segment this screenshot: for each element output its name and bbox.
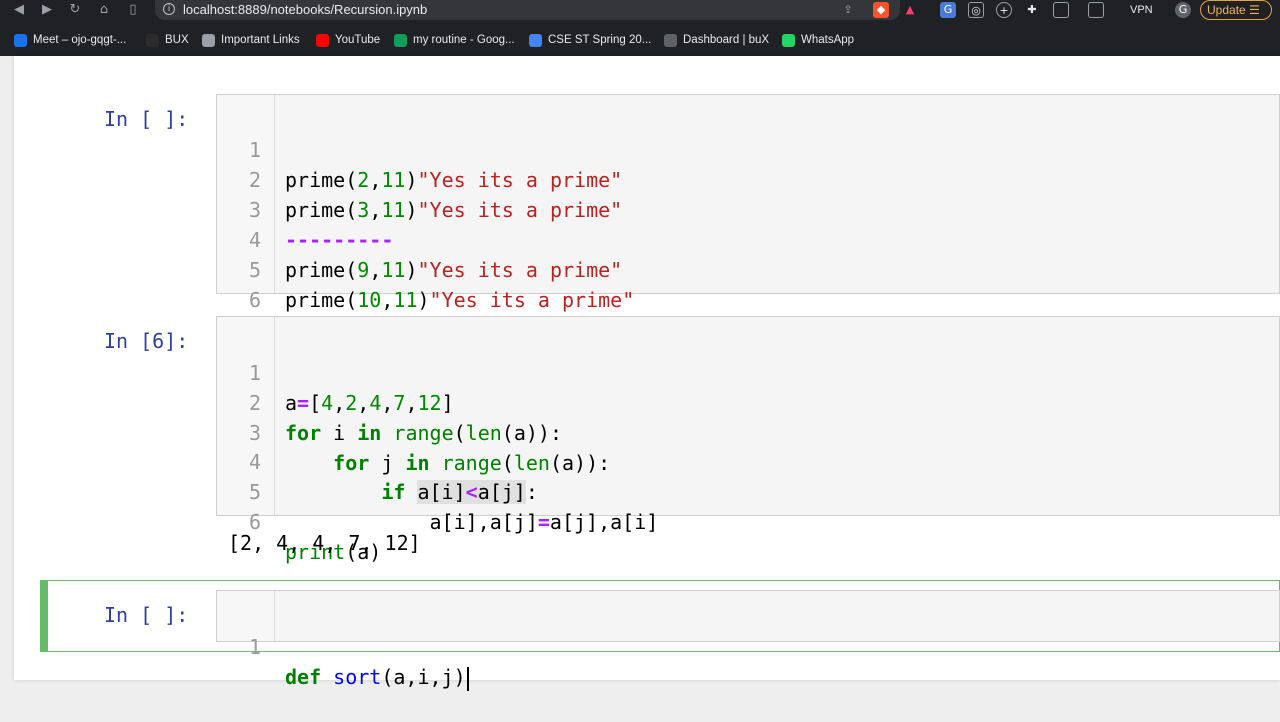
selected-cell-indicator: [40, 580, 48, 652]
code-line: 2 for i in range(len(a)):: [217, 358, 1277, 445]
bookmark-bux[interactable]: BUX: [146, 32, 189, 48]
bookmarks-bar: Meet – ojo-gqgt-... BUX Important Links …: [0, 28, 1280, 52]
brave-rewards-icon[interactable]: ▲: [902, 2, 918, 18]
wallet-icon[interactable]: [1088, 2, 1104, 18]
bookmark-whatsapp[interactable]: WhatsApp: [782, 32, 854, 48]
profile-avatar-icon[interactable]: G: [1175, 2, 1191, 18]
code-line: 5 prime(10,11)"Yes its a prime": [217, 225, 1277, 312]
code-token: (a,i,j): [381, 665, 466, 689]
bookmark-cse-st[interactable]: CSE ST Spring 20...: [529, 32, 651, 48]
code-token: def: [285, 665, 322, 689]
code-line: 3 for j in range(len(a)):: [217, 388, 1277, 475]
docs-icon: [529, 33, 542, 47]
code-token: =: [537, 510, 550, 534]
add-extension-icon[interactable]: +: [996, 2, 1012, 18]
input-prompt: In [ ]:: [104, 603, 189, 627]
reload-icon[interactable]: ↻: [66, 1, 84, 19]
code-editor[interactable]: 1 def sort(a,i,j): [216, 590, 1280, 691]
bookmark-meet[interactable]: Meet – ojo-gqgt-...: [14, 32, 126, 48]
notebook-container: In [ ]: 1 prime(2,11)"Yes its a prime" 2…: [14, 56, 1280, 691]
translate-extension-icon[interactable]: G: [940, 2, 956, 18]
code-line: 1 def sort(a,i,j): [217, 602, 1277, 691]
code-token: a[j],a[i]: [549, 510, 659, 534]
input-prompt: In [ ]:: [104, 107, 189, 131]
code-line: 4 prime(9,11)"Yes its a prime": [217, 195, 1277, 282]
address-bar[interactable]: i localhost:8889/notebooks/Recursion.ipy…: [155, 0, 900, 20]
code-line: 5 a[i],a[j]=a[j],a[i]: [217, 447, 1277, 534]
code-line: 1 prime(2,11)"Yes its a prime": [217, 105, 1277, 192]
youtube-icon: [316, 33, 329, 47]
bookmark-dashboard[interactable]: Dashboard | buX: [664, 32, 769, 48]
browser-nav-row: ◀ ▶ ↻ ⌂ ▯ i localhost:8889/notebooks/Rec…: [0, 0, 1280, 20]
bookmark-my-routine[interactable]: my routine - Goog...: [394, 32, 515, 48]
folder-icon: [202, 33, 215, 47]
meet-icon: [14, 33, 27, 47]
line-number: 1: [248, 635, 261, 659]
share-icon[interactable]: ⇪: [840, 2, 856, 18]
site-info-icon[interactable]: i: [163, 3, 175, 15]
bookmark-icon[interactable]: ▯: [124, 1, 142, 19]
code-line: 6 print(a): [217, 477, 1277, 564]
sheets-icon: [394, 33, 407, 47]
code-line: 4 if a[i]<a[j]:: [217, 417, 1277, 504]
update-label: Update: [1207, 3, 1246, 17]
bux-icon: [146, 33, 159, 47]
code-line: 2 prime(3,11)"Yes its a prime": [217, 135, 1277, 222]
code-token: 10: [357, 288, 382, 312]
vpn-button[interactable]: VPN: [1124, 2, 1159, 18]
browser-toolbar: ◀ ▶ ↻ ⌂ ▯ i localhost:8889/notebooks/Rec…: [0, 0, 1280, 56]
text-cursor: [466, 666, 469, 691]
code-line: 3 ---------: [217, 165, 1277, 252]
menu-icon: ☰: [1249, 3, 1260, 17]
screen-record-extension-icon[interactable]: ◎: [968, 2, 984, 18]
update-button[interactable]: Update ☰: [1200, 0, 1272, 20]
dashboard-icon: [664, 33, 677, 47]
back-icon[interactable]: ◀: [10, 1, 28, 19]
code-line: 1 a=[4,2,4,7,12]: [217, 328, 1277, 415]
whatsapp-icon: [782, 33, 795, 47]
bookmark-important-links[interactable]: Important Links: [202, 32, 300, 48]
cell-output: [2, 4, 4, 7, 12]: [228, 531, 421, 555]
bookmark-youtube[interactable]: YouTube: [316, 32, 380, 48]
sidebar-toggle-icon[interactable]: [1053, 2, 1069, 18]
home-icon[interactable]: ⌂: [95, 1, 113, 19]
forward-icon[interactable]: ▶: [38, 1, 56, 19]
code-token: a[i],a[j]: [429, 510, 538, 534]
brave-shield-icon[interactable]: ◆: [873, 2, 889, 18]
code-token: 11: [393, 288, 418, 312]
address-url[interactable]: localhost:8889/notebooks/Recursion.ipynb: [183, 2, 427, 17]
code-line: 6: [217, 255, 1277, 312]
code-token: "Yes its a prime": [429, 288, 635, 312]
code-editor[interactable]: 1 prime(2,11)"Yes its a prime" 2 prime(3…: [216, 94, 1280, 312]
code-editor[interactable]: 1 a=[4,2,4,7,12] 2 for i in range(len(a)…: [216, 316, 1280, 564]
input-prompt: In [6]:: [104, 329, 189, 353]
line-number: 6: [248, 288, 261, 312]
extensions-puzzle-icon[interactable]: ✚: [1024, 2, 1040, 18]
code-token: sort: [333, 665, 382, 689]
